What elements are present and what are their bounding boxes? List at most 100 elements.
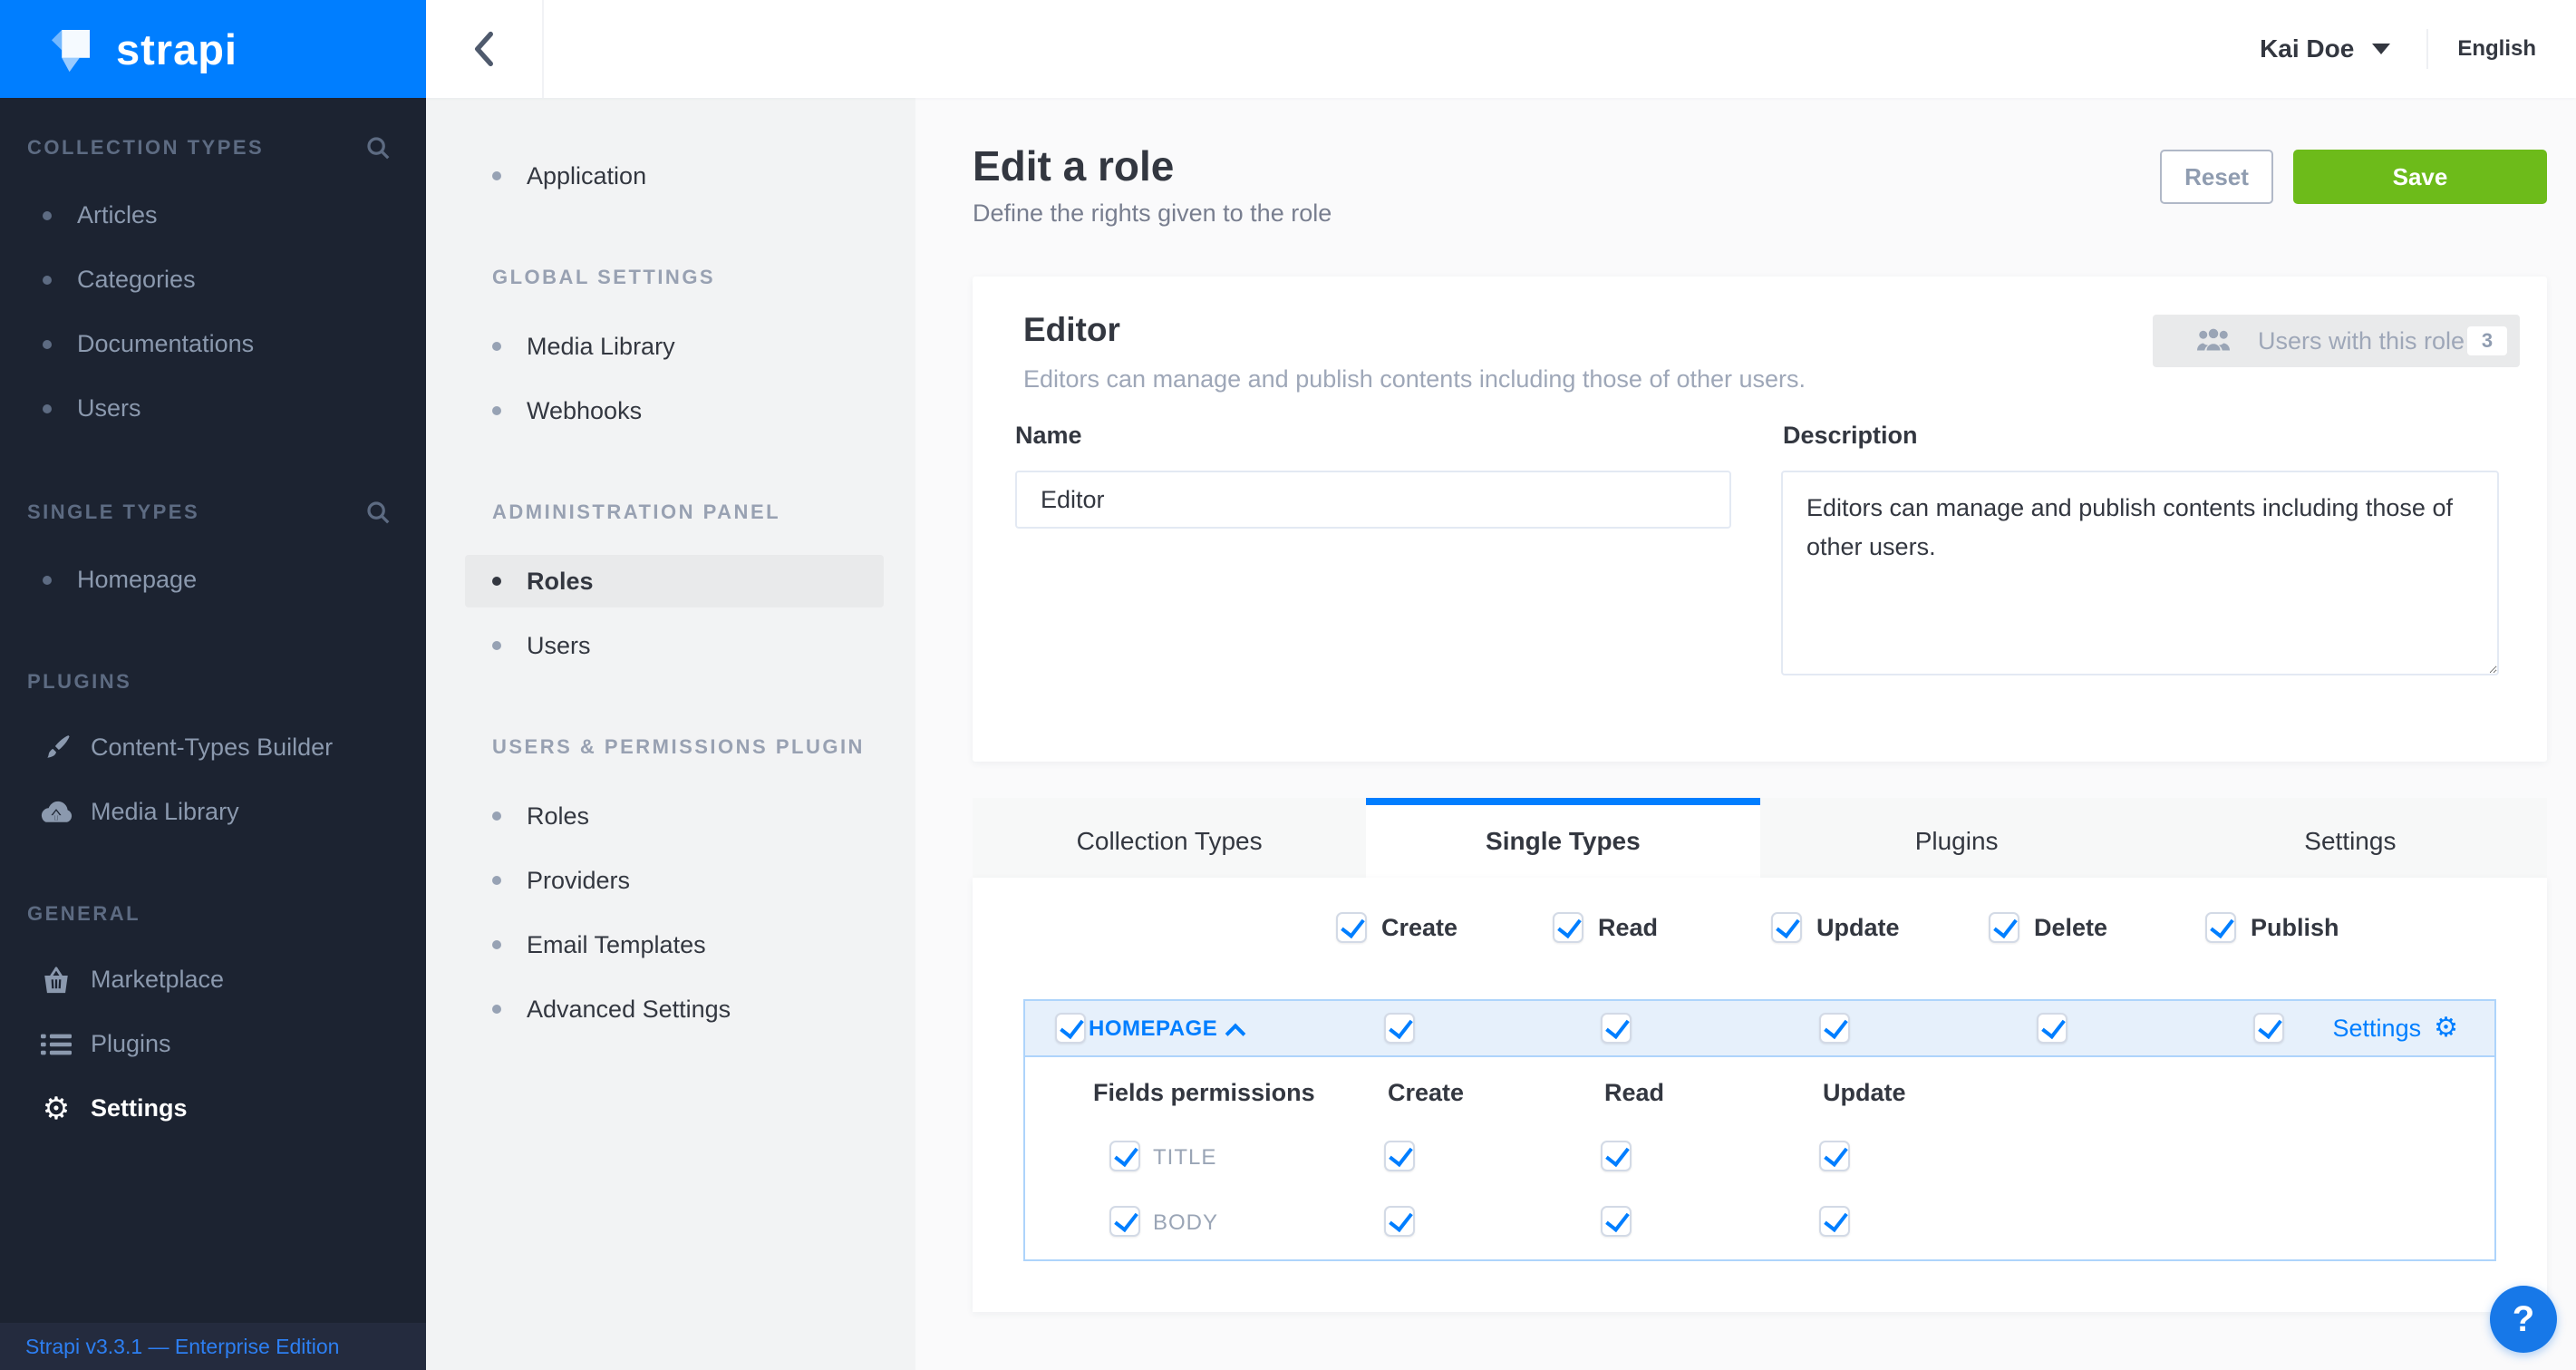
field-label: BODY: [1153, 1210, 1218, 1236]
description-textarea[interactable]: Editors can manage and publish contents …: [1781, 471, 2499, 675]
title-read-checkbox[interactable]: [1601, 1141, 1632, 1171]
bullet-icon: [492, 1005, 501, 1014]
help-button[interactable]: ?: [2490, 1286, 2557, 1353]
bullet-icon: [492, 940, 501, 949]
permissions-body: Create Read Update Delete Publish HOM: [973, 878, 2547, 1312]
strapi-logo-icon: [45, 24, 96, 74]
read-column-header: Read: [1604, 1079, 1664, 1107]
bullet-icon: [492, 641, 501, 650]
settings-nav-providers[interactable]: Providers: [465, 854, 884, 907]
publish-checkbox[interactable]: [2205, 912, 2236, 943]
field-row-title: TITLE: [1025, 1141, 2494, 1171]
bullet-icon: [492, 171, 501, 180]
section-header-general: GENERAL: [27, 902, 392, 926]
sidebar-item-plugins[interactable]: Plugins: [0, 1012, 426, 1076]
role-info-card: Editor Editors can manage and publish co…: [973, 277, 2547, 762]
version-footer[interactable]: Strapi v3.3.1 — Enterprise Edition: [0, 1323, 426, 1370]
sidebar-item-marketplace[interactable]: Marketplace: [0, 947, 426, 1012]
bullet-icon: [43, 576, 52, 585]
chevron-left-icon: [471, 31, 497, 67]
main-content: Edit a role Define the rights given to t…: [915, 98, 2576, 1370]
homepage-read-checkbox[interactable]: [1601, 1013, 1632, 1044]
tab-settings[interactable]: Settings: [2154, 798, 2547, 878]
fields-permissions-panel: Fields permissions Create Read Update TI…: [1023, 1057, 2496, 1261]
chevron-down-icon[interactable]: [2372, 44, 2390, 54]
title-update-checkbox[interactable]: [1819, 1141, 1850, 1171]
body-create-checkbox[interactable]: [1384, 1206, 1415, 1237]
chevron-up-icon[interactable]: [1226, 1021, 1244, 1039]
homepage-delete-checkbox[interactable]: [2037, 1013, 2068, 1044]
settings-nav-users[interactable]: Users: [465, 619, 884, 672]
sidebar-item-articles[interactable]: Articles: [0, 183, 426, 248]
homepage-create-checkbox[interactable]: [1384, 1013, 1415, 1044]
homepage-checkbox[interactable]: [1055, 1013, 1086, 1044]
content-type-row-homepage: HOMEPAGE Settings ⚙: [1023, 999, 2496, 1057]
tab-single-types[interactable]: Single Types: [1366, 798, 1759, 878]
user-menu[interactable]: Kai Doe: [2260, 34, 2354, 63]
sidebar-item-media-library[interactable]: Media Library: [0, 780, 426, 844]
bullet-icon: [492, 811, 501, 821]
title-checkbox[interactable]: [1109, 1141, 1140, 1171]
tab-collection-types[interactable]: Collection Types: [973, 798, 1366, 878]
save-button[interactable]: Save: [2293, 150, 2547, 204]
settings-nav-advanced-settings[interactable]: Advanced Settings: [465, 983, 884, 1035]
settings-sidebar: Application GLOBAL SETTINGS Media Librar…: [426, 98, 915, 1370]
search-icon[interactable]: [364, 499, 392, 526]
update-checkbox[interactable]: [1771, 912, 1802, 943]
permissions-tabs: Collection Types Single Types Plugins Se…: [973, 798, 2547, 878]
logo-text: strapi: [116, 24, 237, 74]
body-read-checkbox[interactable]: [1601, 1206, 1632, 1237]
homepage-settings-link[interactable]: Settings ⚙: [2333, 1001, 2458, 1055]
bullet-icon: [492, 342, 501, 351]
language-selector[interactable]: English: [2457, 36, 2536, 62]
tab-plugins[interactable]: Plugins: [1760, 798, 2154, 878]
permissions-card: Collection Types Single Types Plugins Se…: [973, 798, 2547, 1312]
basket-icon: [34, 966, 78, 995]
role-name-heading: Editor: [1023, 311, 1120, 349]
back-button[interactable]: [426, 0, 544, 98]
read-checkbox[interactable]: [1553, 912, 1583, 943]
sidebar-item-documentations[interactable]: Documentations: [0, 312, 426, 376]
section-header-collection-types: COLLECTION TYPES: [27, 134, 392, 161]
gear-icon: ⚙: [34, 1093, 78, 1124]
create-checkbox[interactable]: [1336, 912, 1367, 943]
settings-nav-media-library[interactable]: Media Library: [465, 320, 884, 373]
body-update-checkbox[interactable]: [1819, 1206, 1850, 1237]
sidebar-item-content-types-builder[interactable]: Content-Types Builder: [0, 715, 426, 780]
settings-nav-roles[interactable]: Roles: [465, 555, 884, 607]
search-icon[interactable]: [364, 134, 392, 161]
bullet-icon: [492, 406, 501, 415]
global-action-create: Create: [1336, 912, 1457, 943]
section-header-single-types: SINGLE TYPES: [27, 499, 392, 526]
homepage-label[interactable]: HOMEPAGE: [1089, 1016, 1217, 1042]
sidebar-item-homepage[interactable]: Homepage: [0, 548, 426, 612]
homepage-update-checkbox[interactable]: [1819, 1013, 1850, 1044]
main-sidebar: strapi COLLECTION TYPES Articles Categor…: [0, 0, 426, 1370]
sidebar-item-users[interactable]: Users: [0, 376, 426, 441]
name-input[interactable]: [1015, 471, 1731, 529]
delete-checkbox[interactable]: [1989, 912, 2019, 943]
sidebar-item-settings[interactable]: ⚙ Settings: [0, 1076, 426, 1141]
settings-nav-up-roles[interactable]: Roles: [465, 790, 884, 842]
section-header-plugins: PLUGINS: [27, 670, 392, 694]
settings-nav-email-templates[interactable]: Email Templates: [465, 918, 884, 971]
page-title: Edit a role: [973, 141, 1174, 190]
title-create-checkbox[interactable]: [1384, 1141, 1415, 1171]
global-action-read: Read: [1553, 912, 1658, 943]
settings-nav-application[interactable]: Application: [465, 150, 884, 202]
body-checkbox[interactable]: [1109, 1206, 1140, 1237]
reset-button[interactable]: Reset: [2160, 150, 2273, 204]
users-with-role-button[interactable]: Users with this role 3: [2153, 315, 2520, 367]
gear-icon: ⚙: [2434, 1015, 2458, 1042]
sidebar-item-categories[interactable]: Categories: [0, 248, 426, 312]
settings-nav-webhooks[interactable]: Webhooks: [465, 384, 884, 437]
bullet-icon: [43, 404, 52, 413]
page-subtitle: Define the rights given to the role: [973, 199, 1332, 228]
logo-bar[interactable]: strapi: [0, 0, 426, 98]
bullet-icon: [43, 340, 52, 349]
brush-icon: [34, 733, 78, 763]
users-with-role-count: 3: [2467, 326, 2507, 355]
topbar-right: Kai Doe English: [2260, 0, 2576, 98]
homepage-publish-checkbox[interactable]: [2253, 1013, 2284, 1044]
divider: [2426, 29, 2428, 69]
